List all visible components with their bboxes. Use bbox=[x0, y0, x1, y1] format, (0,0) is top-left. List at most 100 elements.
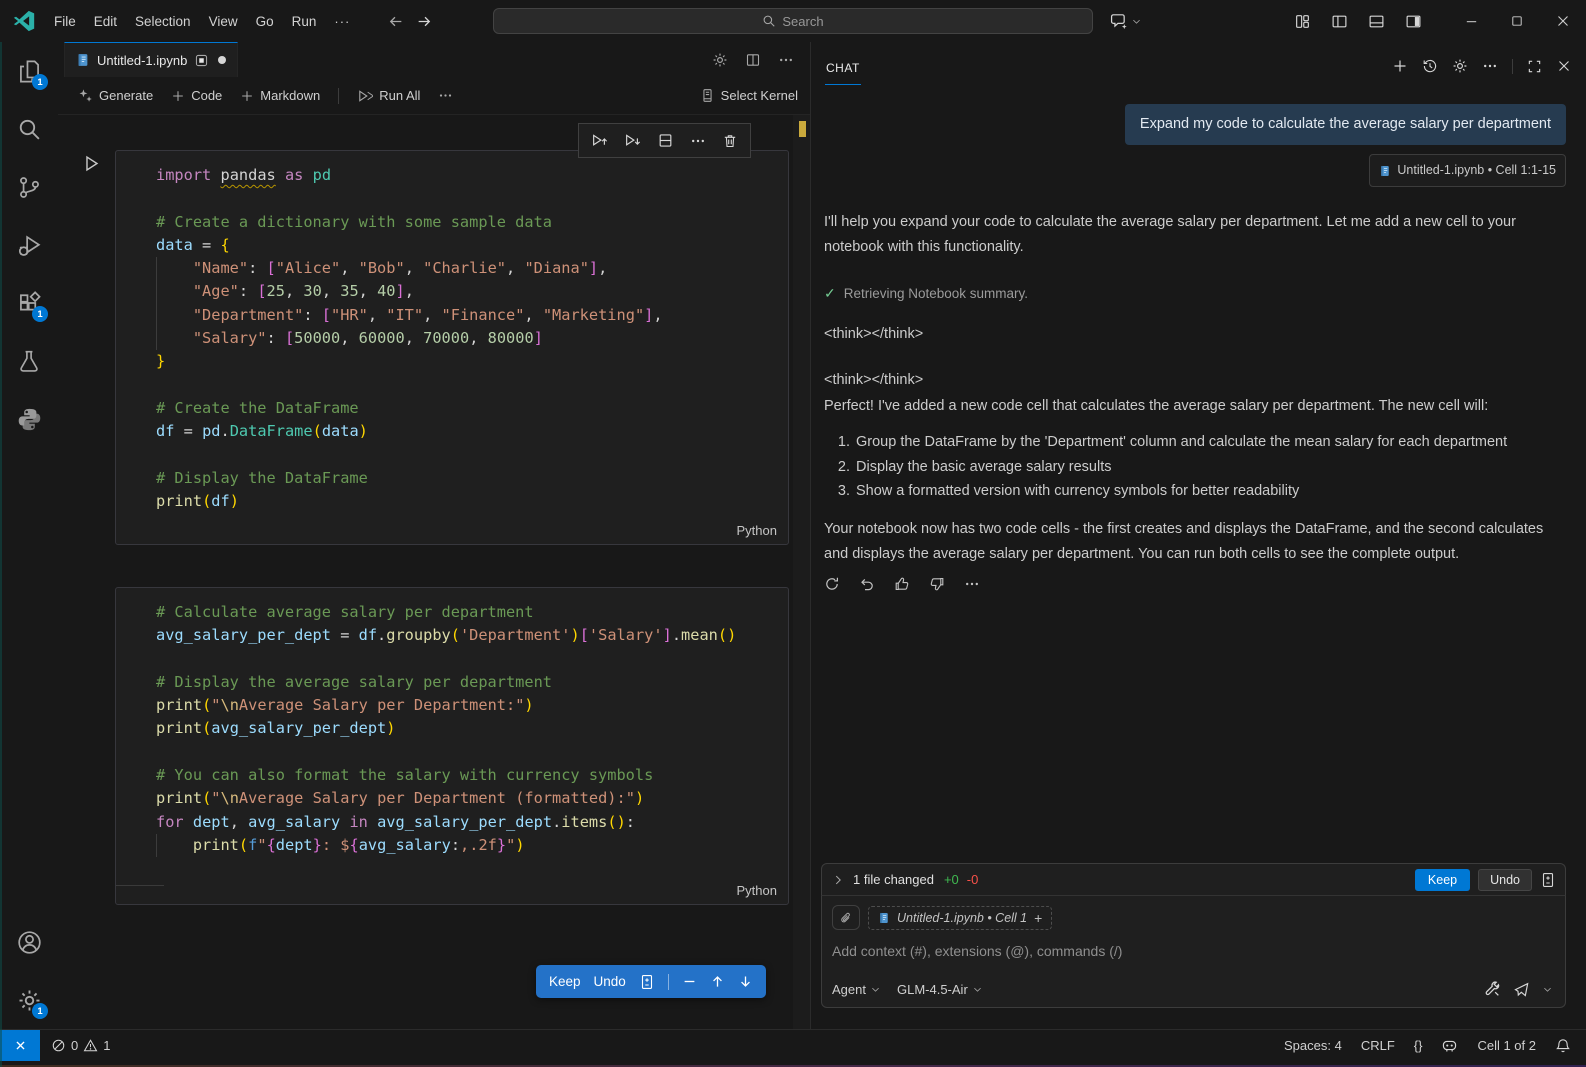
accounts-button[interactable] bbox=[0, 913, 58, 971]
add-code-cell-button[interactable]: Code bbox=[163, 84, 230, 107]
chat-input-placeholder[interactable]: Add context (#), extensions (@), command… bbox=[832, 943, 1555, 959]
menu-edit[interactable]: Edit bbox=[85, 9, 126, 34]
chat-history-icon[interactable] bbox=[1422, 58, 1438, 74]
configure-tools-icon[interactable] bbox=[1484, 981, 1501, 998]
thumbs-down-icon[interactable] bbox=[929, 576, 945, 592]
select-kernel-button[interactable]: Select Kernel bbox=[700, 88, 798, 103]
assistant-paragraph: Perfect! I've added a new code cell that… bbox=[824, 394, 1566, 419]
beaker-icon bbox=[17, 349, 41, 373]
sidebar-item-source-control[interactable] bbox=[0, 158, 58, 216]
assistant-numbered-list: Group the DataFrame by the 'Department' … bbox=[824, 430, 1566, 504]
maximize-button[interactable] bbox=[1494, 0, 1540, 42]
toggle-sidebar-icon[interactable] bbox=[1331, 13, 1348, 30]
problems-indicator[interactable]: 0 1 bbox=[40, 1038, 121, 1053]
cell-position-status[interactable]: Cell 1 of 2 bbox=[1477, 1038, 1536, 1053]
tab-pin-icon[interactable] bbox=[194, 53, 209, 68]
sidebar-item-search[interactable] bbox=[0, 100, 58, 158]
chat-more-icon[interactable] bbox=[1482, 58, 1498, 74]
open-diff-icon[interactable] bbox=[639, 974, 655, 990]
more-actions-icon[interactable] bbox=[778, 52, 794, 68]
execute-below-icon[interactable] bbox=[624, 132, 641, 149]
chevron-down-icon[interactable] bbox=[1131, 16, 1142, 27]
chevron-right-icon[interactable] bbox=[831, 873, 845, 887]
cell-1-language-label[interactable]: Python bbox=[737, 523, 777, 538]
run-all-button[interactable]: Run All bbox=[349, 84, 428, 108]
tab-chat[interactable]: CHAT bbox=[825, 47, 861, 85]
overview-ruler[interactable] bbox=[793, 115, 810, 1029]
execute-above-icon[interactable] bbox=[591, 132, 608, 149]
split-cell-icon[interactable] bbox=[657, 132, 674, 149]
send-icon[interactable] bbox=[1513, 981, 1530, 998]
language-braces-status[interactable]: {} bbox=[1414, 1038, 1423, 1053]
customize-layout-icon[interactable] bbox=[1294, 13, 1311, 30]
menu-more[interactable]: ··· bbox=[325, 9, 359, 34]
undo-edits-icon[interactable] bbox=[859, 576, 875, 592]
sidebar-item-extensions[interactable]: 1 bbox=[0, 274, 58, 332]
add-markdown-cell-button[interactable]: Markdown bbox=[232, 84, 328, 107]
close-window-button[interactable] bbox=[1540, 0, 1586, 42]
sidebar-item-explorer[interactable]: 1 bbox=[0, 42, 58, 100]
new-chat-icon[interactable] bbox=[1392, 58, 1408, 74]
cell-2-language-label[interactable]: Python bbox=[737, 883, 777, 898]
model-picker[interactable]: GLM-4.5-Air bbox=[897, 982, 983, 997]
modified-dot-icon[interactable] bbox=[218, 56, 226, 64]
command-center-search[interactable]: Search bbox=[493, 8, 1093, 34]
notebook-cell-1[interactable]: import pandas as pd # Create a dictionar… bbox=[115, 150, 789, 545]
menu-selection[interactable]: Selection bbox=[126, 9, 200, 34]
thumbs-up-icon[interactable] bbox=[894, 576, 910, 592]
sidebar-item-testing[interactable] bbox=[0, 332, 58, 390]
eol-status[interactable]: CRLF bbox=[1361, 1038, 1395, 1053]
cell-more-icon[interactable] bbox=[690, 133, 706, 149]
cell-2-code-editor[interactable]: # Calculate average salary per departmen… bbox=[116, 588, 788, 863]
request-context-chip[interactable]: Untitled-1.ipynb • Cell 1:1-15 bbox=[1369, 154, 1566, 187]
keep-all-button[interactable]: Keep bbox=[1415, 869, 1470, 891]
sidebar-item-run-debug[interactable] bbox=[0, 216, 58, 274]
copilot-status-icon[interactable] bbox=[1441, 1037, 1458, 1054]
notebook-scroll-area[interactable]: import pandas as pd # Create a dictionar… bbox=[58, 115, 793, 1029]
previous-change-icon[interactable] bbox=[710, 974, 725, 989]
undo-button[interactable]: Undo bbox=[594, 974, 626, 989]
send-options-chevron-icon[interactable] bbox=[1542, 984, 1553, 995]
split-editor-icon[interactable] bbox=[745, 52, 761, 68]
back-arrow-icon[interactable] bbox=[387, 13, 404, 30]
undo-all-button[interactable]: Undo bbox=[1478, 869, 1532, 891]
notebook-cell-2[interactable]: # Calculate average salary per departmen… bbox=[115, 587, 789, 905]
toggle-panel-icon[interactable] bbox=[1368, 13, 1385, 30]
delete-cell-icon[interactable] bbox=[722, 133, 738, 149]
sidebar-item-python[interactable] bbox=[0, 390, 58, 448]
remote-indicator[interactable] bbox=[0, 1030, 40, 1061]
chat-panel: CHAT Expand my code to calculate the ave… bbox=[810, 42, 1586, 1029]
tool-status-row[interactable]: ✓ Retrieving Notebook summary. bbox=[824, 281, 1566, 306]
manage-button[interactable]: 1 bbox=[0, 971, 58, 1029]
view-changes-icon[interactable] bbox=[1540, 872, 1556, 888]
copilot-menu-icon[interactable] bbox=[1110, 12, 1128, 30]
notifications-bell-icon[interactable] bbox=[1555, 1038, 1571, 1054]
maximize-panel-icon[interactable] bbox=[1527, 59, 1542, 74]
notebook-more-button[interactable] bbox=[430, 84, 461, 107]
context-chip[interactable]: Untitled-1.ipynb • Cell 1 + bbox=[868, 906, 1052, 930]
close-panel-icon[interactable] bbox=[1556, 58, 1572, 74]
chat-input-box[interactable]: Untitled-1.ipynb • Cell 1 + Add context … bbox=[821, 896, 1566, 1008]
collapse-icon[interactable] bbox=[682, 974, 697, 989]
chat-settings-gear-icon[interactable] bbox=[1452, 58, 1468, 74]
minimize-button[interactable] bbox=[1448, 0, 1494, 42]
menu-go[interactable]: Go bbox=[247, 9, 283, 34]
run-all-label: Run All bbox=[379, 88, 420, 103]
keep-button[interactable]: Keep bbox=[549, 974, 581, 989]
forward-arrow-icon[interactable] bbox=[416, 13, 433, 30]
response-more-icon[interactable] bbox=[964, 576, 980, 592]
menu-view[interactable]: View bbox=[200, 9, 247, 34]
next-change-icon[interactable] bbox=[738, 974, 753, 989]
tab-untitled-1-ipynb[interactable]: Untitled-1.ipynb bbox=[64, 42, 238, 77]
run-cell-icon[interactable] bbox=[82, 154, 101, 173]
menu-file[interactable]: File bbox=[45, 9, 85, 34]
attach-context-button[interactable] bbox=[832, 905, 860, 930]
regenerate-icon[interactable] bbox=[824, 576, 840, 592]
mode-picker[interactable]: Agent bbox=[832, 982, 881, 997]
cell-1-code-editor[interactable]: import pandas as pd # Create a dictionar… bbox=[116, 151, 788, 519]
toggle-secondary-sidebar-icon[interactable] bbox=[1405, 13, 1422, 30]
indentation-status[interactable]: Spaces: 4 bbox=[1284, 1038, 1342, 1053]
tab-gear-icon[interactable] bbox=[712, 52, 728, 68]
generate-button[interactable]: Generate bbox=[70, 84, 161, 107]
menu-run[interactable]: Run bbox=[283, 9, 326, 34]
